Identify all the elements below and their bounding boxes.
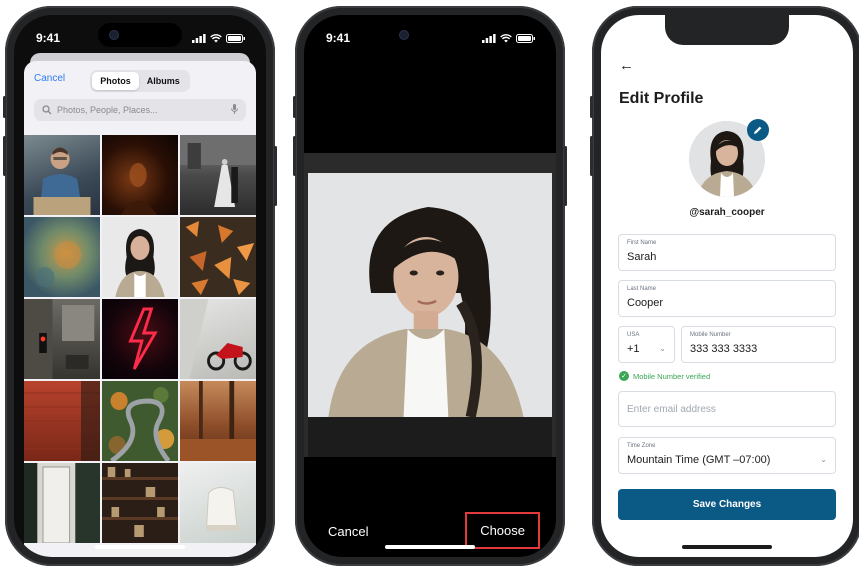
screenshot-stage: 9:41 Cancel Photos Albums Photos, People… <box>0 0 859 570</box>
photo-blurred-bokeh[interactable] <box>24 217 100 297</box>
page-title: Edit Profile <box>619 90 704 107</box>
first-name-label: First Name <box>627 240 657 246</box>
photo-wedding-couple[interactable] <box>180 135 256 215</box>
picker-cancel-button[interactable]: Cancel <box>34 73 65 84</box>
search-input[interactable]: Photos, People, Places... <box>34 99 246 121</box>
photo-shelves[interactable] <box>102 463 178 543</box>
home-indicator[interactable] <box>385 545 475 549</box>
photo-white-chair[interactable] <box>180 463 256 543</box>
crop-image-woman-portrait[interactable] <box>308 173 552 417</box>
segmented-control: Photos Albums <box>90 70 190 92</box>
verified-status: ✓ Mobile Number verified <box>619 371 710 381</box>
first-name-field[interactable]: First Name Sarah <box>618 234 836 271</box>
cropper-screen: 9:41 Cancel Choose <box>304 15 556 557</box>
mobile-number-field[interactable]: Mobile Number 333 333 3333 <box>681 326 836 363</box>
phone-photo-picker: 9:41 Cancel Photos Albums Photos, People… <box>3 6 277 566</box>
home-indicator[interactable] <box>95 545 185 549</box>
home-indicator[interactable] <box>682 545 772 549</box>
country-label: USA <box>627 332 640 338</box>
edit-profile-screen: ← Edit Profile @sarah_cooper First Name … <box>601 15 853 557</box>
time-zone-select[interactable]: Time Zone Mountain Time (GMT –07:00) ⌄ <box>618 437 836 474</box>
tab-photos[interactable]: Photos <box>92 72 139 90</box>
photo-woman-portrait[interactable] <box>102 217 178 297</box>
last-name-label: Last Name <box>627 286 657 292</box>
sheet-header: Cancel Photos Albums <box>24 61 256 99</box>
signal-icon <box>482 33 496 43</box>
status-time: 9:41 <box>326 31 351 45</box>
back-arrow-icon[interactable]: ← <box>619 57 634 74</box>
last-name-value: Cooper <box>627 297 664 309</box>
save-changes-button[interactable]: Save Changes <box>618 489 836 520</box>
photo-man-writing[interactable] <box>24 135 100 215</box>
status-time: 9:41 <box>36 31 61 45</box>
email-field[interactable]: Enter email address <box>618 391 836 427</box>
photo-red-wall[interactable] <box>24 381 100 461</box>
microphone-icon[interactable] <box>231 104 238 115</box>
chevron-down-icon: ⌄ <box>820 455 827 464</box>
wifi-icon <box>500 33 512 42</box>
photo-red-motorcycle[interactable] <box>180 299 256 379</box>
email-placeholder: Enter email address <box>627 404 716 415</box>
search-placeholder: Photos, People, Places... <box>57 105 158 115</box>
photo-neon-bolt[interactable] <box>102 299 178 379</box>
pencil-icon <box>754 126 762 134</box>
country-code-value: +1 <box>627 343 640 355</box>
verified-text: Mobile Number verified <box>633 371 711 381</box>
cropper-cancel-button[interactable]: Cancel <box>328 524 368 539</box>
wifi-icon <box>210 33 222 42</box>
mobile-value: 333 333 3333 <box>690 343 758 355</box>
crop-area-bottom-shade <box>308 417 552 457</box>
phone-photo-cropper: 9:41 Cancel Choose <box>293 6 567 566</box>
username: @sarah_cooper <box>689 207 765 218</box>
photo-dark-portrait[interactable] <box>102 135 178 215</box>
last-name-field[interactable]: Last Name Cooper <box>618 280 836 317</box>
status-bar: 9:41 <box>36 29 246 47</box>
choose-button[interactable]: Choose <box>465 512 540 549</box>
mobile-label: Mobile Number <box>690 332 731 338</box>
photo-winding-road[interactable] <box>102 381 178 461</box>
photo-doorway[interactable] <box>24 463 100 543</box>
chevron-down-icon: ⌄ <box>659 344 666 353</box>
first-name-value: Sarah <box>627 251 657 263</box>
signal-icon <box>192 33 206 43</box>
time-zone-value: Mountain Time (GMT –07:00) <box>627 454 771 466</box>
picker-screen: 9:41 Cancel Photos Albums Photos, People… <box>14 15 266 557</box>
search-icon <box>42 105 52 115</box>
avatar-container <box>689 119 769 197</box>
edit-avatar-button[interactable] <box>747 119 769 141</box>
photo-autumn-forest[interactable] <box>180 381 256 461</box>
battery-icon <box>226 33 245 43</box>
notch <box>665 15 789 45</box>
time-zone-label: Time Zone <box>627 443 656 449</box>
phone-edit-profile: ← Edit Profile @sarah_cooper First Name … <box>590 6 859 566</box>
status-bar: 9:41 <box>326 29 536 47</box>
check-circle-icon: ✓ <box>619 371 629 381</box>
photo-grid <box>24 135 256 543</box>
country-code-select[interactable]: USA +1 ⌄ <box>618 326 675 363</box>
tab-albums[interactable]: Albums <box>139 72 188 90</box>
battery-icon <box>516 33 535 43</box>
photo-autumn-leaves[interactable] <box>180 217 256 297</box>
photo-picker-sheet: Cancel Photos Albums Photos, People, Pla… <box>24 61 256 557</box>
photo-street-traffic-light[interactable] <box>24 299 100 379</box>
